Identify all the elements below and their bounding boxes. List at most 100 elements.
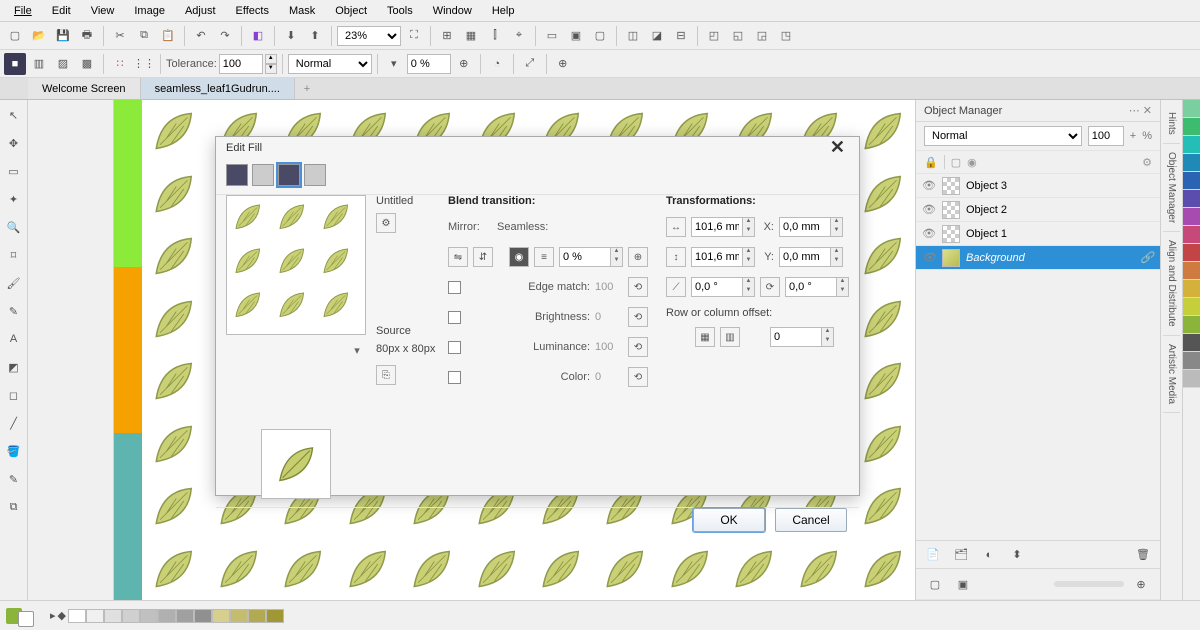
menu-effects[interactable]: Effects: [226, 2, 279, 20]
dock-artistic[interactable]: Artistic Media: [1163, 336, 1180, 413]
swatch[interactable]: [1183, 118, 1200, 136]
brightness-reset-icon[interactable]: ⟲: [628, 307, 648, 327]
fill-type-fountain[interactable]: [252, 164, 274, 186]
obj-b-icon[interactable]: ◱: [727, 25, 749, 47]
magic-wand-tool-icon[interactable]: ✦: [3, 188, 25, 210]
mask-f-icon[interactable]: ⊟: [670, 25, 692, 47]
skew-input[interactable]: [692, 278, 742, 296]
menu-object[interactable]: Object: [325, 2, 377, 20]
grid-icon[interactable]: ▦: [460, 25, 482, 47]
nav-b-icon[interactable]: ▣: [952, 573, 974, 595]
eyedropper-tool-icon[interactable]: ✎: [3, 468, 25, 490]
tab-welcome[interactable]: Welcome Screen: [28, 78, 141, 99]
mask-d-icon[interactable]: ◫: [622, 25, 644, 47]
ruler-icon[interactable]: ⊞: [436, 25, 458, 47]
open-icon[interactable]: 📂: [28, 25, 50, 47]
brightness-check[interactable]: [448, 311, 461, 324]
swatch[interactable]: [230, 609, 248, 623]
mirror-v-icon[interactable]: ⇵: [473, 247, 493, 267]
fill-type-pattern[interactable]: [278, 164, 300, 186]
fill-type-solid[interactable]: [226, 164, 248, 186]
eye-icon[interactable]: 👁: [922, 251, 936, 264]
menu-view[interactable]: View: [81, 2, 125, 20]
swatch[interactable]: [212, 609, 230, 623]
obj-d-icon[interactable]: ◳: [775, 25, 797, 47]
menu-edit[interactable]: Edit: [42, 2, 81, 20]
col-offset-icon[interactable]: ▥: [720, 327, 740, 347]
delete-layer-icon[interactable]: 🗑: [1132, 544, 1154, 566]
pick-tool-icon[interactable]: ↖: [3, 104, 25, 126]
eye-icon[interactable]: 👁: [922, 179, 936, 192]
fill-gradient-icon[interactable]: ▥: [28, 53, 50, 75]
menu-mask[interactable]: Mask: [279, 2, 325, 20]
swatch[interactable]: [1183, 100, 1200, 118]
menu-tools[interactable]: Tools: [377, 2, 423, 20]
shape-tool-icon[interactable]: ◻: [3, 384, 25, 406]
fill-type-texture[interactable]: [304, 164, 326, 186]
x-input[interactable]: [780, 218, 830, 236]
swatch[interactable]: [140, 609, 158, 623]
mask-a-icon[interactable]: ▭: [541, 25, 563, 47]
swatch[interactable]: [266, 609, 284, 623]
swatch[interactable]: [1183, 208, 1200, 226]
preview-dropdown-icon[interactable]: ▾: [348, 341, 366, 359]
fullscreen-icon[interactable]: ⛶: [403, 25, 425, 47]
seamless-input[interactable]: [560, 248, 610, 266]
copy-icon[interactable]: ⧉: [133, 25, 155, 47]
brush-tool-icon[interactable]: 🖌: [3, 272, 25, 294]
text-tool-icon[interactable]: A: [3, 328, 25, 350]
swatch[interactable]: [1183, 370, 1200, 388]
opacity-lock-icon[interactable]: ⊕: [453, 53, 475, 75]
undo-icon[interactable]: ↶: [190, 25, 212, 47]
height-input[interactable]: [692, 248, 742, 266]
transform-icon[interactable]: ⤢: [519, 53, 541, 75]
dock-hints[interactable]: Hints: [1163, 104, 1180, 144]
mask-b-icon[interactable]: ▣: [565, 25, 587, 47]
swatch[interactable]: [1183, 154, 1200, 172]
obj-c-icon[interactable]: ◲: [751, 25, 773, 47]
line-tool-icon[interactable]: ╱: [3, 412, 25, 434]
swatch[interactable]: [1183, 262, 1200, 280]
menu-help[interactable]: Help: [482, 2, 525, 20]
fill-texture-icon[interactable]: ▩: [76, 53, 98, 75]
mask-rect-tool-icon[interactable]: ▭: [3, 160, 25, 182]
nav-prev-icon[interactable]: ▸: [50, 609, 56, 622]
strip-color-1[interactable]: [114, 100, 142, 267]
swatch[interactable]: [158, 609, 176, 623]
tolerance-input[interactable]: [219, 54, 263, 74]
crop-tool-icon[interactable]: ⌑: [3, 244, 25, 266]
redo-icon[interactable]: ↷: [214, 25, 236, 47]
snap-icon[interactable]: ⌖: [508, 25, 530, 47]
rowcol-input[interactable]: [771, 328, 821, 346]
swatch[interactable]: [1183, 226, 1200, 244]
width-input[interactable]: [692, 218, 742, 236]
y-input[interactable]: [780, 248, 830, 266]
bg-color-icon[interactable]: [18, 611, 34, 627]
nav-a-icon[interactable]: ▢: [924, 573, 946, 595]
layer-thumb-icon[interactable]: ▢: [951, 156, 961, 169]
strip-color-3[interactable]: [114, 433, 142, 600]
menu-adjust[interactable]: Adjust: [175, 2, 226, 20]
zoom-slider[interactable]: [1054, 581, 1124, 587]
ok-button[interactable]: OK: [693, 508, 765, 532]
seamless-lock-icon[interactable]: ⊕: [628, 247, 648, 267]
swatch[interactable]: [1183, 298, 1200, 316]
paste-icon[interactable]: 📋: [157, 25, 179, 47]
fill-solid-icon[interactable]: ■: [4, 53, 26, 75]
swatch[interactable]: [1183, 352, 1200, 370]
edge-reset-icon[interactable]: ⟲: [628, 277, 648, 297]
import-icon[interactable]: ⬇: [280, 25, 302, 47]
close-icon[interactable]: ✕: [826, 137, 849, 158]
blend-mode-select[interactable]: Normal: [288, 54, 372, 74]
new-layer-icon[interactable]: 📄: [922, 544, 944, 566]
zoom-select[interactable]: 23%: [337, 26, 401, 46]
lock-icon[interactable]: 🔒: [924, 156, 938, 169]
obj-a-icon[interactable]: ◰: [703, 25, 725, 47]
plus-icon[interactable]: +: [1130, 130, 1136, 142]
swatch[interactable]: [86, 609, 104, 623]
luminance-check[interactable]: [448, 341, 461, 354]
launch-icon[interactable]: ◧: [247, 25, 269, 47]
layer-fx-icon[interactable]: ◉: [967, 156, 977, 169]
layer-row[interactable]: 👁Object 3: [916, 174, 1160, 198]
row-offset-icon[interactable]: ▦: [695, 327, 715, 347]
